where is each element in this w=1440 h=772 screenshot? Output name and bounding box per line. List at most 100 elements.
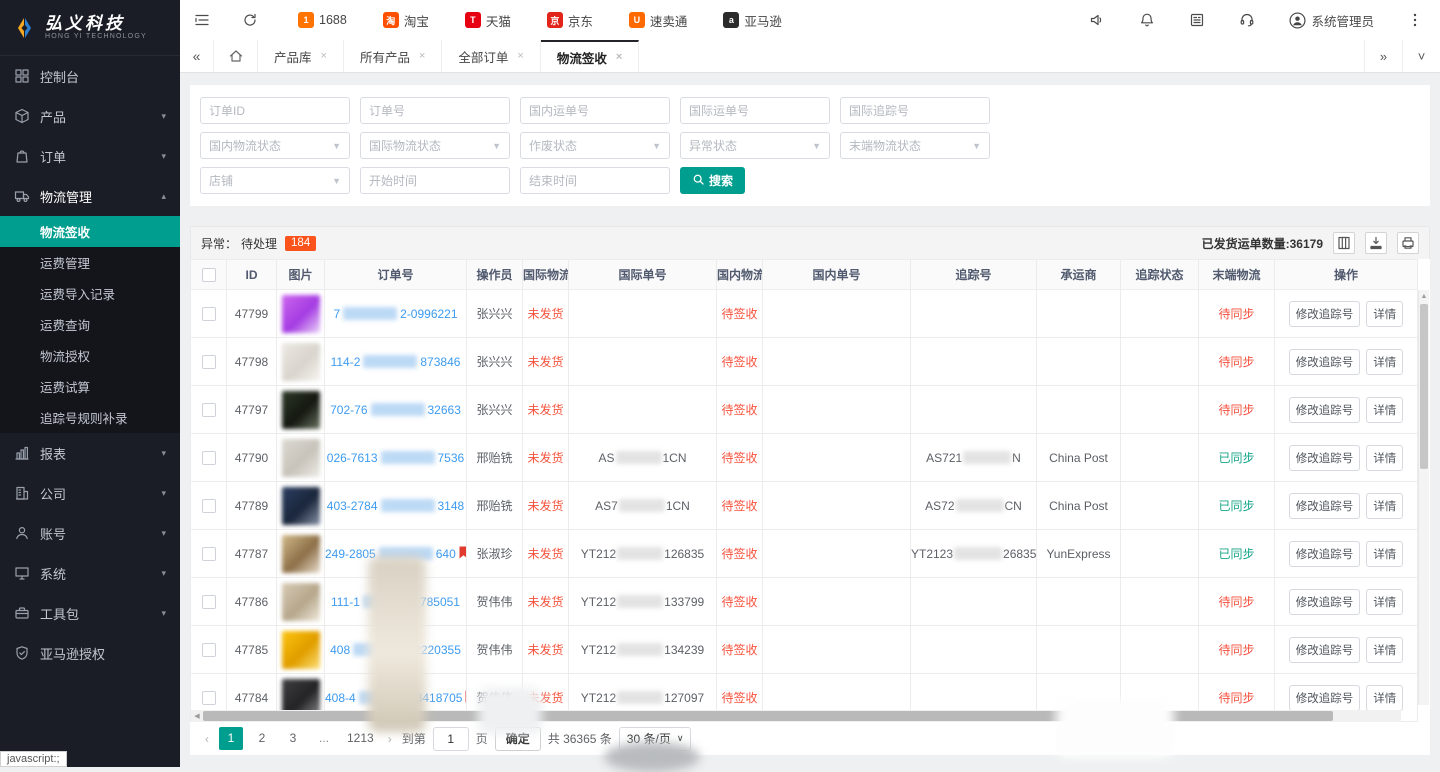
marketplace-link-天猫[interactable]: T天猫 <box>465 11 511 30</box>
details-button[interactable]: 详情 <box>1366 685 1403 711</box>
product-image[interactable] <box>282 583 320 621</box>
more-menu-icon[interactable] <box>1408 12 1422 28</box>
announce-icon[interactable] <box>1089 12 1105 28</box>
row-checkbox[interactable] <box>202 547 216 561</box>
column-settings-button[interactable] <box>1333 232 1355 254</box>
details-button[interactable]: 详情 <box>1366 493 1403 519</box>
filter-input-国际追踪号[interactable]: 国际追踪号 <box>840 97 990 124</box>
refresh-icon[interactable] <box>242 12 258 28</box>
tab-全部订单[interactable]: 全部订单× <box>442 40 540 72</box>
marketplace-link-1688[interactable]: 11688 <box>298 12 347 28</box>
support-icon[interactable] <box>1239 12 1255 28</box>
details-button[interactable]: 详情 <box>1366 445 1403 471</box>
sidebar-item-工具包[interactable]: 工具包▾ <box>0 593 180 633</box>
filter-select-国际物流状态[interactable]: 国际物流状态▼ <box>360 132 510 159</box>
vertical-scrollbar[interactable]: ▲ <box>1418 290 1429 705</box>
column-header-ID[interactable]: ID <box>227 260 277 290</box>
order-number-link[interactable]: 408-2220355 <box>330 643 461 657</box>
per-page-select[interactable]: 30 条/页 ∨ <box>619 727 692 751</box>
sidebar-subitem-物流签收[interactable]: 物流签收 <box>0 216 180 247</box>
prev-page-icon[interactable]: ‹ <box>202 732 212 746</box>
row-checkbox[interactable] <box>202 403 216 417</box>
page-button-1[interactable]: 1 <box>219 727 243 750</box>
row-checkbox[interactable] <box>202 355 216 369</box>
filter-select-店铺[interactable]: 店铺▼ <box>200 167 350 194</box>
filter-input-订单号[interactable]: 订单号 <box>360 97 510 124</box>
filter-input-订单ID[interactable]: 订单ID <box>200 97 350 124</box>
order-number-link[interactable]: 72-0996221 <box>333 307 457 321</box>
filter-select-作废状态[interactable]: 作废状态▼ <box>520 132 670 159</box>
details-button[interactable]: 详情 <box>1366 637 1403 663</box>
edit-tracking-button[interactable]: 修改追踪号 <box>1289 685 1361 711</box>
close-icon[interactable]: × <box>517 50 523 62</box>
sidebar-item-系统[interactable]: 系统▾ <box>0 553 180 593</box>
order-number-link[interactable]: 111-1785051 <box>331 595 460 609</box>
order-number-link[interactable]: 114-2873846 <box>331 355 461 369</box>
row-checkbox[interactable] <box>202 307 216 321</box>
order-number-link[interactable]: 702-7632663 <box>330 403 461 417</box>
form-panel-icon[interactable] <box>1189 12 1205 28</box>
edit-tracking-button[interactable]: 修改追踪号 <box>1289 301 1361 327</box>
sidebar-item-亚马逊授权[interactable]: 亚马逊授权 <box>0 633 180 673</box>
scroll-up-icon[interactable]: ▲ <box>1419 290 1429 302</box>
sidebar-item-报表[interactable]: 报表▾ <box>0 433 180 473</box>
column-header-国际物流[interactable]: 国际物流 <box>523 260 569 290</box>
scroll-left-icon[interactable]: ◀ <box>191 712 203 720</box>
order-number-link[interactable]: 403-27843148 <box>327 499 464 513</box>
edit-tracking-button[interactable]: 修改追踪号 <box>1289 589 1361 615</box>
row-checkbox[interactable] <box>202 643 216 657</box>
marketplace-link-淘宝[interactable]: 淘淘宝 <box>383 11 429 30</box>
sidebar-item-订单[interactable]: 订单▾ <box>0 136 180 176</box>
close-icon[interactable]: × <box>616 51 622 63</box>
product-image[interactable] <box>282 535 320 573</box>
goto-confirm-button[interactable]: 确定 <box>495 727 541 751</box>
column-header-国内单号[interactable]: 国内单号 <box>763 260 911 290</box>
marketplace-link-亚马逊[interactable]: a亚马逊 <box>723 11 782 30</box>
export-button[interactable] <box>1365 232 1387 254</box>
row-checkbox[interactable] <box>202 451 216 465</box>
tabs-dropdown-icon[interactable]: ˅ <box>1402 40 1440 72</box>
filter-input-国内运单号[interactable]: 国内运单号 <box>520 97 670 124</box>
details-button[interactable]: 详情 <box>1366 397 1403 423</box>
close-icon[interactable]: × <box>321 50 327 62</box>
user-menu[interactable]: 系统管理员 <box>1289 11 1374 30</box>
sidebar-subitem-物流授权[interactable]: 物流授权 <box>0 340 180 371</box>
page-button-3[interactable]: 3 <box>281 727 305 750</box>
edit-tracking-button[interactable]: 修改追踪号 <box>1289 637 1361 663</box>
page-button-1213[interactable]: 1213 <box>343 727 378 750</box>
sidebar-item-物流管理[interactable]: 物流管理▴ <box>0 176 180 216</box>
next-page-icon[interactable]: › <box>385 732 395 746</box>
product-image[interactable] <box>282 631 320 669</box>
edit-tracking-button[interactable]: 修改追踪号 <box>1289 445 1361 471</box>
details-button[interactable]: 详情 <box>1366 589 1403 615</box>
column-header-国际单号[interactable]: 国际单号 <box>569 260 717 290</box>
tab-产品库[interactable]: 产品库× <box>258 40 344 72</box>
product-image[interactable] <box>282 343 320 381</box>
column-header-操作[interactable]: 操作 <box>1275 260 1418 290</box>
collapse-sidebar-icon[interactable] <box>194 12 210 28</box>
goto-page-input[interactable] <box>433 727 469 751</box>
tab-物流签收[interactable]: 物流签收× <box>541 40 639 72</box>
filter-input-结束时间[interactable]: 结束时间 <box>520 167 670 194</box>
row-checkbox[interactable] <box>202 499 216 513</box>
edit-tracking-button[interactable]: 修改追踪号 <box>1289 397 1361 423</box>
edit-tracking-button[interactable]: 修改追踪号 <box>1289 541 1361 567</box>
filter-input-国际运单号[interactable]: 国际运单号 <box>680 97 830 124</box>
marketplace-link-京东[interactable]: 京京东 <box>547 11 593 30</box>
sidebar-item-控制台[interactable]: 控制台 <box>0 56 180 96</box>
tab-所有产品[interactable]: 所有产品× <box>344 40 442 72</box>
page-button-2[interactable]: 2 <box>250 727 274 750</box>
product-image[interactable] <box>282 391 320 429</box>
column-header-追踪号[interactable]: 追踪号 <box>911 260 1037 290</box>
sidebar-subitem-运费管理[interactable]: 运费管理 <box>0 247 180 278</box>
product-image[interactable] <box>282 487 320 525</box>
home-tab-icon[interactable] <box>214 40 258 72</box>
filter-select-国内物流状态[interactable]: 国内物流状态▼ <box>200 132 350 159</box>
product-image[interactable] <box>282 439 320 477</box>
sidebar-subitem-运费试算[interactable]: 运费试算 <box>0 371 180 402</box>
search-button[interactable]: 搜索 <box>680 167 745 194</box>
pending-count-badge[interactable]: 184 <box>285 236 316 251</box>
filter-select-末端物流状态[interactable]: 末端物流状态▼ <box>840 132 990 159</box>
marketplace-link-速卖通[interactable]: U速卖通 <box>629 11 688 30</box>
sidebar-item-账号[interactable]: 账号▾ <box>0 513 180 553</box>
